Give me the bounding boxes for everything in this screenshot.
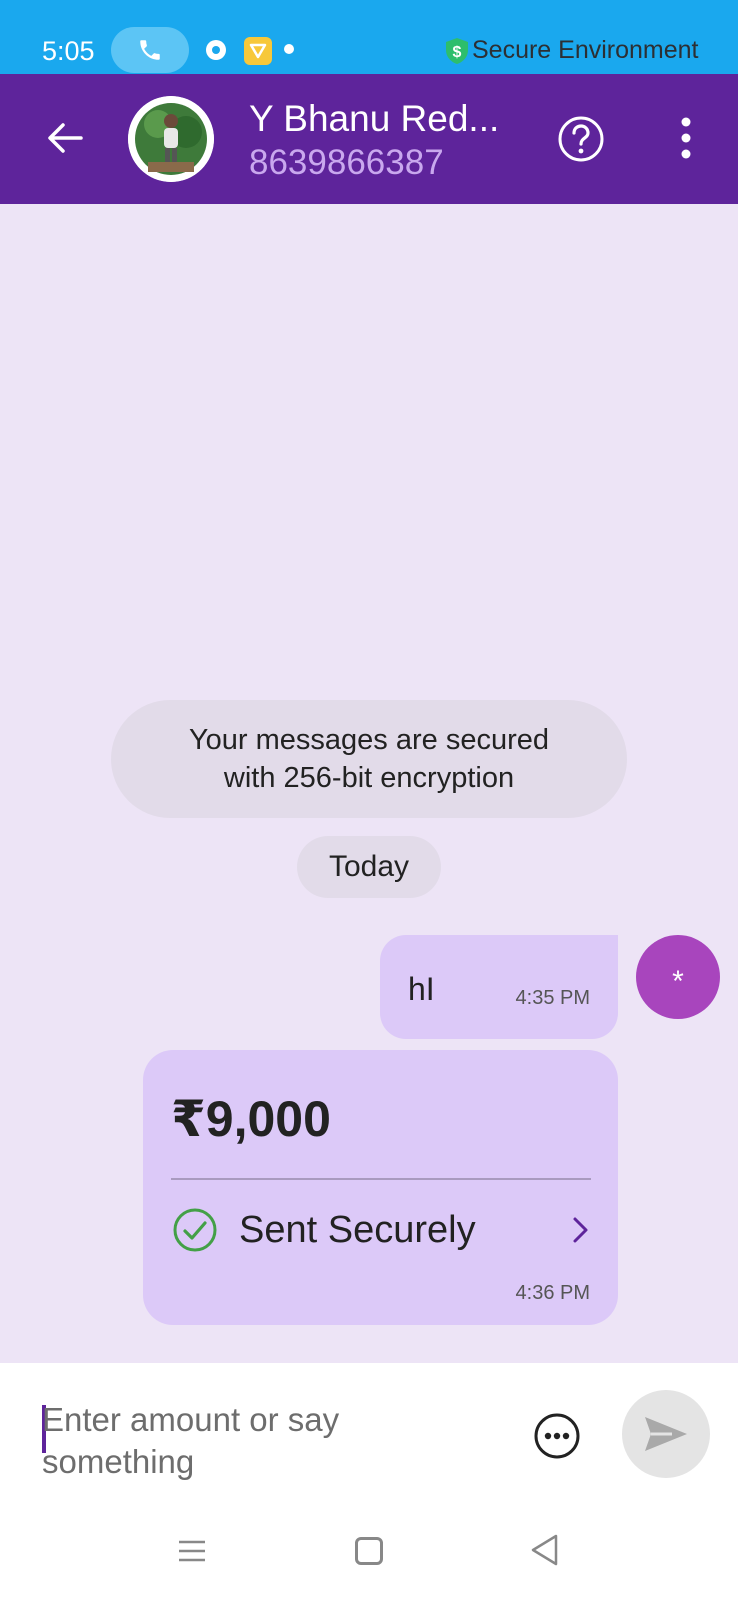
app-notification-icon xyxy=(244,37,272,65)
menu-lines-icon xyxy=(179,1540,205,1562)
help-button[interactable] xyxy=(557,115,605,163)
contact-name[interactable]: Y Bhanu Red... xyxy=(249,98,499,140)
contact-photo-icon xyxy=(128,96,214,182)
date-chip: Today xyxy=(297,836,441,898)
payment-card[interactable]: ₹9,000 Sent Securely 4:36 PM xyxy=(143,1050,618,1325)
ongoing-call-icon[interactable] xyxy=(111,27,189,73)
encryption-notice-line-1: Your messages are secured xyxy=(188,724,550,756)
payment-status-row[interactable]: Sent Securely xyxy=(171,1202,591,1258)
check-circle-icon xyxy=(173,1208,217,1252)
status-bar: 5:05 $ Secure Environment xyxy=(0,0,738,74)
system-back-button[interactable] xyxy=(528,1532,560,1568)
back-button[interactable] xyxy=(40,113,90,163)
more-vertical-icon xyxy=(681,117,691,159)
more-horizontal-circle-icon xyxy=(534,1413,580,1459)
payment-status-label: Sent Securely xyxy=(239,1208,476,1251)
status-time: 5:05 xyxy=(42,36,95,66)
chat-header: Y Bhanu Red... 8639866387 xyxy=(0,74,738,204)
svg-text:$: $ xyxy=(453,44,462,61)
amount-message-input[interactable] xyxy=(42,1399,492,1487)
help-icon xyxy=(558,116,604,162)
chevron-right-icon xyxy=(573,1217,588,1243)
encryption-notice: Your messages are secured with 256-bit e… xyxy=(111,700,627,818)
more-notifications-icon xyxy=(284,44,294,54)
message-time: 4:35 PM xyxy=(515,987,590,1009)
recents-button[interactable] xyxy=(177,1536,207,1566)
message-composer xyxy=(0,1363,738,1518)
more-options-menu[interactable] xyxy=(674,116,698,160)
payment-amount: ₹9,000 xyxy=(171,1091,331,1147)
contact-avatar[interactable] xyxy=(128,96,214,182)
triangle-back-icon xyxy=(531,1534,558,1566)
notification-icon xyxy=(206,40,226,60)
composer-more-button[interactable] xyxy=(532,1411,582,1461)
encryption-notice-line-2: with 256-bit encryption xyxy=(223,762,515,794)
contact-phone: 8639866387 xyxy=(249,143,444,182)
message-text: hI xyxy=(408,971,435,1007)
sent-message-bubble[interactable]: hI 4:35 PM xyxy=(380,935,618,1039)
shield-icon: $ xyxy=(446,37,468,64)
send-icon xyxy=(645,1417,687,1451)
system-nav-bar xyxy=(0,1518,738,1600)
home-button[interactable] xyxy=(355,1537,383,1565)
secure-environment-indicator: $ Secure Environment xyxy=(444,36,699,65)
send-button[interactable] xyxy=(622,1390,710,1478)
arrow-left-icon xyxy=(48,123,83,153)
sender-avatar: * xyxy=(636,935,720,1019)
payment-time: 4:36 PM xyxy=(515,1282,590,1304)
payment-divider xyxy=(171,1178,591,1180)
secure-environment-label: Secure Environment xyxy=(472,36,699,64)
